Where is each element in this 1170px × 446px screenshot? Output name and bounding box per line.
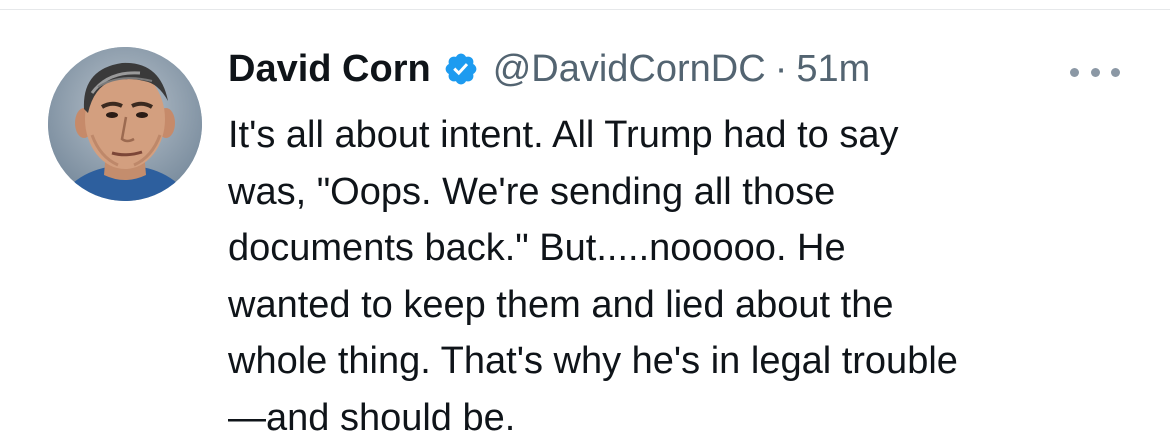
author-display-name[interactable]: David Corn — [228, 48, 431, 91]
tweet-text-line: It's all about intent. All Trump had to … — [228, 107, 1128, 164]
tweet-text: It's all about intent. All Trump had to … — [228, 107, 1128, 446]
tweet-text-line: —and should be. — [228, 390, 1128, 446]
more-dot — [1091, 68, 1100, 77]
avatar-photo — [48, 47, 202, 201]
tweet-text-line: documents back." But.....nooooo. He — [228, 220, 1128, 277]
more-dot — [1070, 68, 1079, 77]
tweet-text-line: wanted to keep them and lied about the — [228, 277, 1128, 334]
tweet-text-line: whole thing. That's why he's in legal tr… — [228, 333, 1128, 390]
tweet-timestamp[interactable]: 51m — [796, 48, 870, 91]
tweet-header: David Corn @DavidCornDC · 51m — [228, 44, 870, 94]
more-options-icon[interactable] — [1070, 62, 1120, 82]
header-separator: · — [775, 48, 788, 91]
tweet[interactable]: David Corn @DavidCornDC · 51m It's all a… — [0, 10, 1170, 441]
author-handle[interactable]: @DavidCornDC — [493, 48, 766, 91]
verified-badge-icon — [443, 51, 479, 87]
avatar[interactable] — [48, 47, 202, 201]
more-dot — [1111, 68, 1120, 77]
tweet-text-line: was, "Oops. We're sending all those — [228, 164, 1128, 221]
